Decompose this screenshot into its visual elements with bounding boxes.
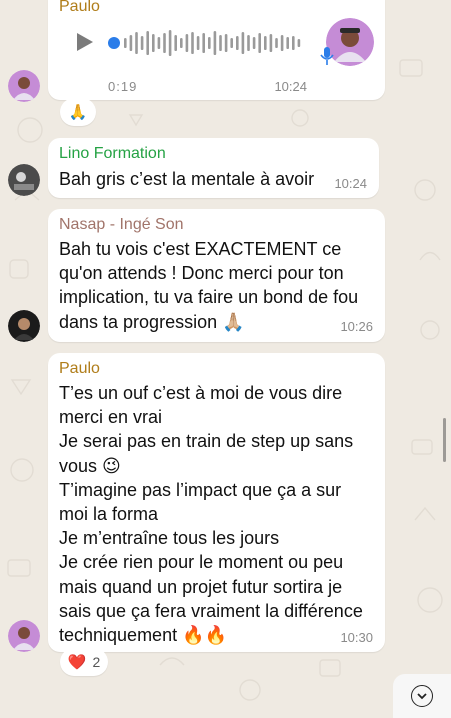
waveform-bar — [213, 31, 217, 55]
sender-name: Paulo — [59, 360, 100, 377]
waveform-bar — [224, 34, 228, 52]
waveform-bar — [163, 33, 166, 53]
reaction-badge[interactable]: 🙏 — [60, 98, 96, 126]
sender-name: Nasap - Ingé Son — [59, 216, 184, 233]
waveform-bar — [191, 32, 194, 54]
waveform-bar — [236, 36, 239, 50]
message-time: 10:30 — [340, 630, 373, 645]
message-text: Bah tu vois c'est EXACTEMENT ce qu'on at… — [59, 239, 359, 332]
waveform-bar — [180, 38, 183, 48]
waveform-bar — [129, 35, 133, 51]
nasap-avatar — [8, 310, 40, 342]
mic-indicator — [320, 46, 334, 66]
reaction-badge[interactable]: ❤️ 2 — [60, 648, 108, 676]
waveform-bar — [258, 33, 261, 53]
message-text: T’es un ouf c’est à moi de vous dire mer… — [59, 383, 363, 646]
chevron-down-icon — [411, 685, 433, 707]
waveform-bar — [124, 38, 127, 48]
waveform-bar — [230, 38, 233, 48]
waveform-bar — [269, 34, 273, 52]
sender-name: Lino Formation — [59, 145, 166, 162]
reaction-emoji: ❤️ — [67, 654, 87, 671]
message-text: Bah gris c’est la mentale à avoir — [59, 169, 315, 189]
waveform-bar — [297, 39, 301, 47]
voice-waveform[interactable] — [108, 28, 308, 58]
waveform-bar — [275, 38, 278, 48]
paulo-avatar-small — [8, 70, 40, 102]
play-icon — [77, 33, 93, 51]
nasap-message-bubble: Nasap - Ingé Son Bah tu vois c'est EXACT… — [48, 209, 385, 342]
waveform-bar — [196, 36, 200, 50]
waveform-bar — [185, 34, 189, 52]
waveform-bar — [247, 35, 250, 51]
waveform-bar — [140, 36, 144, 50]
lino-message-bubble: Lino Formation Bah gris c’est la mentale… — [48, 138, 379, 198]
lino-avatar — [8, 164, 40, 196]
waveform-bar — [146, 31, 149, 55]
waveform-bar — [292, 36, 295, 50]
waveform-bar — [280, 35, 284, 51]
waveform-bar — [252, 37, 256, 49]
play-button[interactable] — [72, 30, 96, 54]
paulo-message-bubble: Paulo T’es un ouf c’est à moi de vous di… — [48, 353, 385, 652]
waveform-bar — [286, 37, 289, 49]
waveform-bar — [174, 35, 177, 51]
message-time: 10:24 — [274, 79, 307, 94]
sender-name: Paulo — [59, 0, 100, 15]
waveform-bar — [264, 36, 267, 50]
reaction-emoji: 🙏 — [68, 104, 88, 121]
waveform-bar — [219, 35, 222, 51]
message-time: 10:26 — [340, 319, 373, 334]
microphone-icon — [320, 47, 334, 65]
waveform-bar — [208, 37, 211, 49]
waveform-bar — [135, 32, 138, 54]
scroll-down-button[interactable] — [393, 674, 451, 718]
waveform-bar — [202, 33, 205, 53]
voice-duration: 0:19 — [108, 79, 138, 94]
reaction-count: 2 — [92, 654, 101, 670]
waveform-bar — [152, 34, 155, 52]
voice-message-bubble: Paulo 0:19 10:24 — [48, 0, 385, 100]
waveform-bar — [157, 37, 161, 49]
scrollbar[interactable] — [443, 418, 446, 462]
waveform-bar — [168, 30, 172, 56]
waveform-bar — [241, 32, 245, 54]
message-time: 10:24 — [334, 176, 367, 191]
paulo-avatar-small — [8, 620, 40, 652]
